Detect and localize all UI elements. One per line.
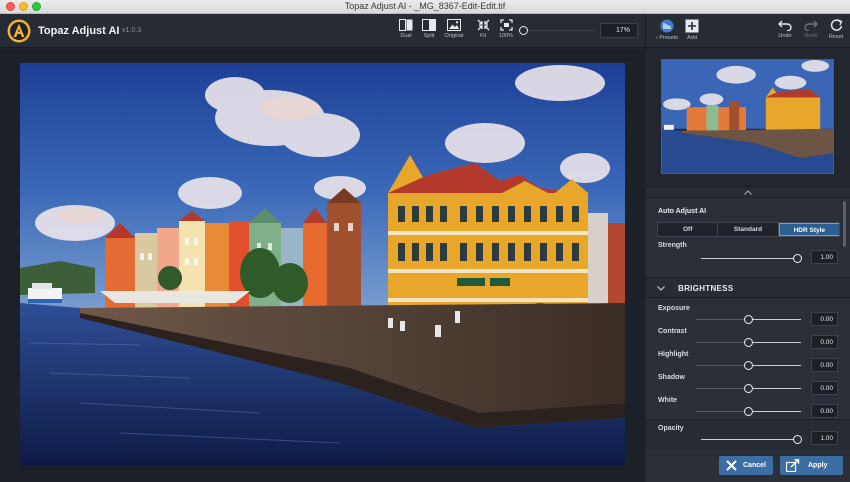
close-icon xyxy=(726,460,737,471)
contrast-value[interactable]: 0.00 xyxy=(811,335,838,349)
exposure-slider-track-right[interactable] xyxy=(748,319,801,320)
white-label: White xyxy=(658,397,678,404)
highlight-slider-handle[interactable] xyxy=(744,361,753,370)
contrast-slider-track-left[interactable] xyxy=(696,342,749,343)
original-view-label: Original xyxy=(444,33,464,39)
image-icon xyxy=(447,19,461,31)
apply-label: Apply xyxy=(808,462,828,469)
chevron-down-icon xyxy=(657,286,665,291)
opacity-section: Opacity 1.00 xyxy=(646,419,850,449)
highlight-value[interactable]: 0.00 xyxy=(811,358,838,372)
dual-view-icon xyxy=(399,19,413,31)
zoom-slider-handle[interactable] xyxy=(519,26,528,35)
navigator-area xyxy=(646,49,850,186)
add-preset-button[interactable]: Add xyxy=(679,19,705,41)
add-preset-icon xyxy=(685,19,699,33)
split-view-button[interactable]: Split xyxy=(416,19,442,39)
mode-hdr-style-button[interactable]: HDR Style xyxy=(778,223,839,236)
exposure-slider-track-left[interactable] xyxy=(696,319,749,320)
topaz-logo-icon xyxy=(7,19,31,43)
shadow-slider-track-left[interactable] xyxy=(696,388,749,389)
photo-canvas[interactable] xyxy=(20,63,625,466)
presets-label: ‹ Presets xyxy=(655,35,679,41)
auto-adjust-title: Auto Adjust AI xyxy=(658,208,707,215)
contrast-slider-handle[interactable] xyxy=(744,338,753,347)
actual-size-button[interactable]: 100% xyxy=(493,19,519,39)
brightness-title: BRIGHTNESS xyxy=(678,284,734,293)
apply-button[interactable]: Apply xyxy=(780,456,843,475)
opacity-label: Opacity xyxy=(658,425,684,432)
split-view-label: Split xyxy=(423,33,435,39)
cancel-label: Cancel xyxy=(743,462,766,469)
presets-icon xyxy=(660,19,674,33)
exposure-slider-handle[interactable] xyxy=(744,315,753,324)
redo-button[interactable]: Redo xyxy=(798,19,824,39)
app-toolbar: Topaz Adjust AI v1.0.3 Dual Split Origin… xyxy=(0,14,850,48)
white-slider-track-left[interactable] xyxy=(696,411,749,412)
opacity-slider-track[interactable] xyxy=(701,439,801,440)
presets-button[interactable]: ‹ Presets xyxy=(654,19,680,41)
redo-icon xyxy=(804,20,818,31)
opacity-slider-handle[interactable] xyxy=(792,435,802,444)
split-view-icon xyxy=(422,19,436,31)
reset-label: Reset xyxy=(828,34,844,40)
white-slider-handle[interactable] xyxy=(744,407,753,416)
undo-label: Undo xyxy=(778,33,792,39)
exposure-label: Exposure xyxy=(658,305,690,312)
image-workspace xyxy=(0,49,645,482)
opacity-value[interactable]: 1.00 xyxy=(811,431,838,445)
window-title: Topaz Adjust AI - _MG_8367-Edit-Edit.tif xyxy=(344,1,506,11)
fit-icon xyxy=(477,19,489,31)
add-preset-label: Add xyxy=(687,35,697,41)
highlight-label: Highlight xyxy=(658,351,689,358)
brightness-section-header[interactable]: BRIGHTNESS xyxy=(646,277,850,298)
shadow-value[interactable]: 0.00 xyxy=(811,381,838,395)
contrast-label: Contrast xyxy=(658,328,687,335)
window-title-bar: Topaz Adjust AI - _MG_8367-Edit-Edit.tif xyxy=(0,0,850,14)
navigator-collapse-bar[interactable] xyxy=(646,186,850,198)
actual-size-label: 100% xyxy=(498,33,514,39)
cancel-button[interactable]: Cancel xyxy=(719,456,773,475)
zoom-value[interactable]: 17% xyxy=(600,23,638,38)
adjustments-panel: Auto Adjust AI Off Standard HDR Style St… xyxy=(646,49,850,482)
zoom-slider-track[interactable] xyxy=(524,30,596,31)
highlight-slider-track-right[interactable] xyxy=(748,365,801,366)
mode-standard-button[interactable]: Standard xyxy=(718,223,779,236)
app-name: Topaz Adjust AI xyxy=(38,25,120,37)
auto-adjust-mode-selector: Off Standard HDR Style xyxy=(657,222,840,237)
apply-icon xyxy=(786,459,800,472)
presets-label-text: Presets xyxy=(659,35,679,41)
strength-label: Strength xyxy=(658,242,687,249)
original-view-button[interactable]: Original xyxy=(441,19,467,39)
mode-off-button[interactable]: Off xyxy=(658,223,719,236)
white-slider-track-right[interactable] xyxy=(748,411,801,412)
redo-label: Redo xyxy=(804,33,818,39)
shadow-slider-track-right[interactable] xyxy=(748,388,801,389)
contrast-slider-track-right[interactable] xyxy=(748,342,801,343)
shadow-slider-handle[interactable] xyxy=(744,384,753,393)
reset-icon xyxy=(830,19,842,31)
app-version: v1.0.3 xyxy=(122,27,142,34)
chevron-up-icon xyxy=(744,190,752,195)
shadow-label: Shadow xyxy=(658,374,685,381)
actual-size-icon xyxy=(499,19,513,31)
undo-icon xyxy=(778,20,792,31)
panel-scrollbar[interactable] xyxy=(843,201,846,247)
strength-slider-track[interactable] xyxy=(701,258,801,259)
strength-value[interactable]: 1.00 xyxy=(811,250,838,264)
strength-slider-handle[interactable] xyxy=(792,254,802,263)
reset-button[interactable]: Reset xyxy=(823,19,849,40)
navigator-preview[interactable] xyxy=(661,59,834,174)
toolbar-divider xyxy=(645,14,646,48)
highlight-slider-track-left[interactable] xyxy=(696,365,749,366)
undo-button[interactable]: Undo xyxy=(772,19,798,39)
exposure-value[interactable]: 0.00 xyxy=(811,312,838,326)
white-value[interactable]: 0.00 xyxy=(811,404,838,418)
